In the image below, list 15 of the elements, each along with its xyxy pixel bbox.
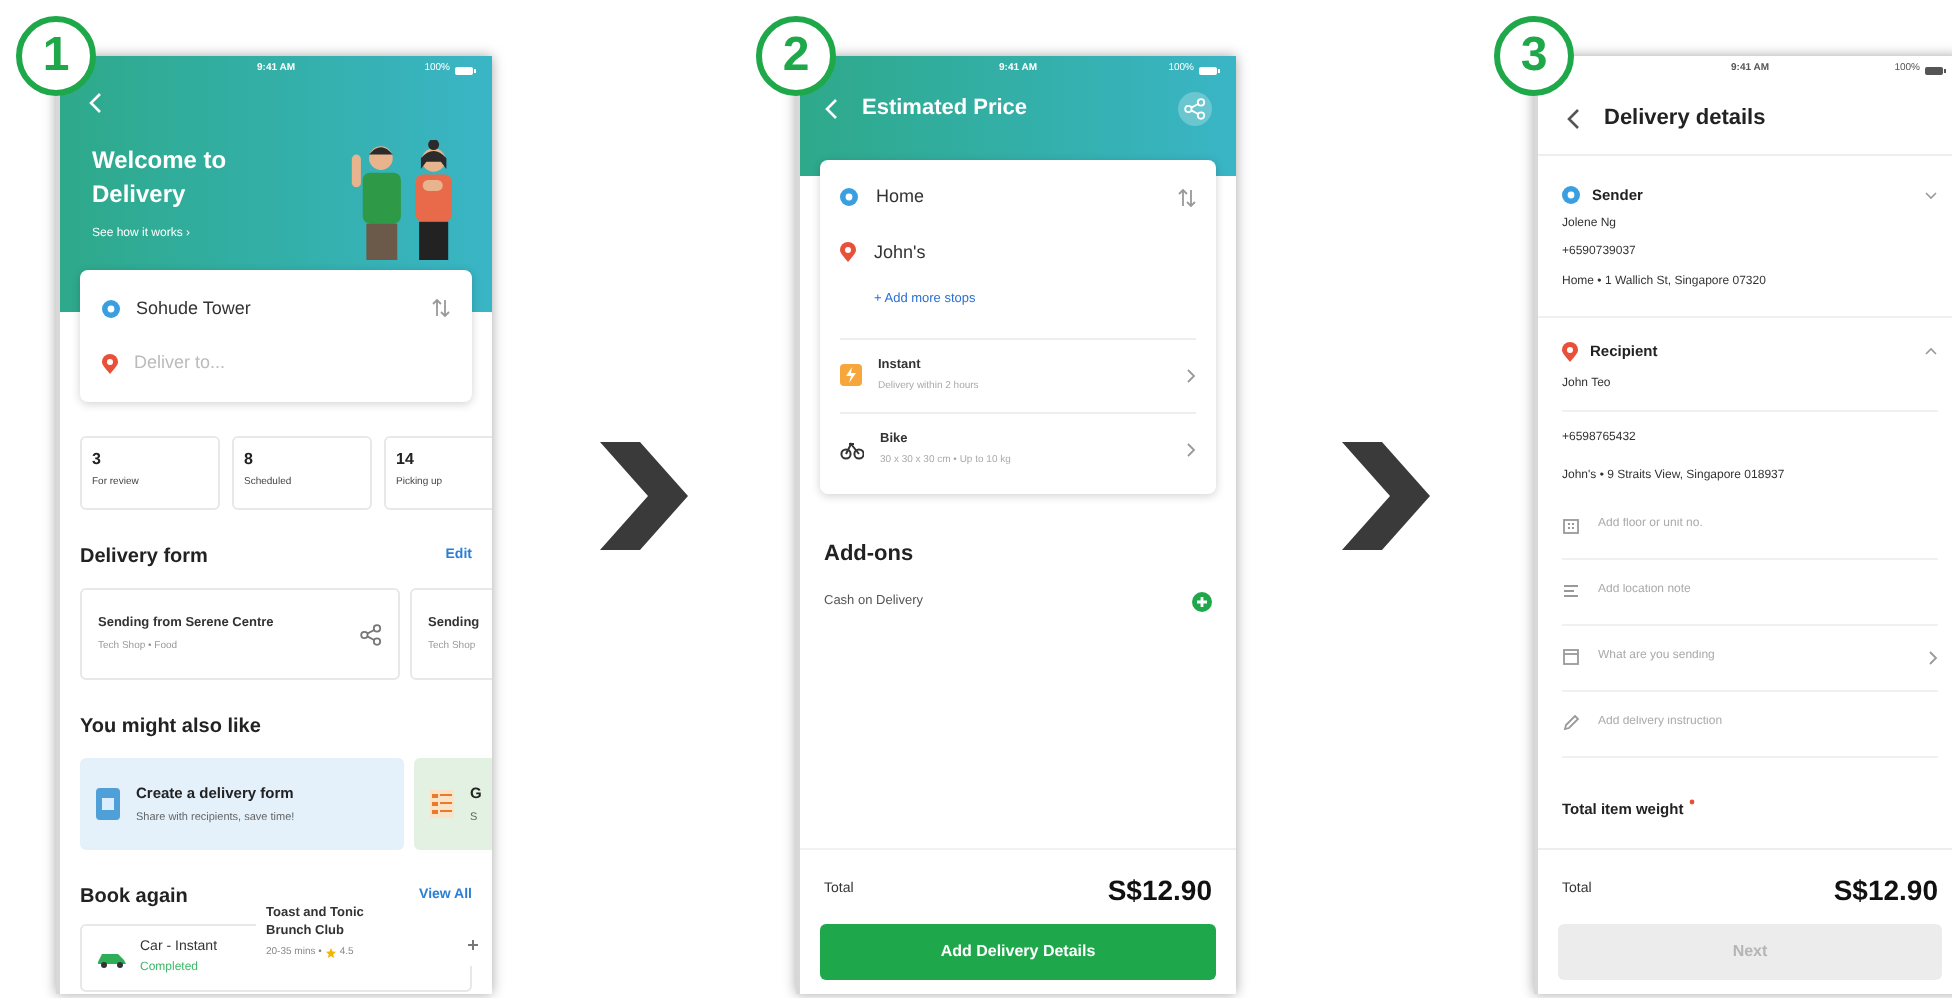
step-number-badge: 3 xyxy=(1494,16,1574,96)
stat-count: 8 xyxy=(244,450,255,470)
section-heading: Book again xyxy=(80,884,188,912)
section-heading: You might also like xyxy=(80,714,261,742)
screen-title: Delivery details xyxy=(1604,104,1766,135)
banner-title: Welcome to Delivery xyxy=(92,144,229,212)
section-heading: Add-ons xyxy=(824,539,916,570)
total-amount: S$12.90 xyxy=(1833,872,1938,910)
stat-count: 3 xyxy=(92,450,103,470)
stat-count: 14 xyxy=(396,450,416,470)
section-heading: Delivery form xyxy=(80,544,208,572)
step-number-badge: 2 xyxy=(756,16,836,96)
step-number-badge: 1 xyxy=(16,16,96,96)
screen-title: Estimated Price xyxy=(862,94,1030,125)
total-amount: S$12.90 xyxy=(1107,872,1212,910)
